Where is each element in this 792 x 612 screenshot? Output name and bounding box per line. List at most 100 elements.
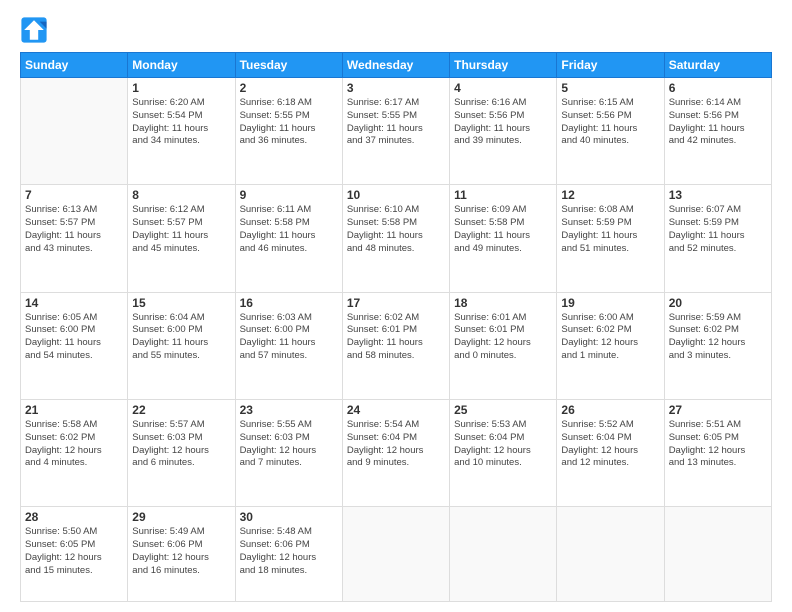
calendar-row-2: 7 Sunrise: 6:13 AM Sunset: 5:57 PM Daylig…	[21, 185, 772, 292]
calendar-cell	[450, 507, 557, 602]
day-number: 9	[240, 188, 338, 202]
day-info: Sunrise: 5:54 AM Sunset: 6:04 PM Dayligh…	[347, 419, 445, 470]
calendar-cell: 25 Sunrise: 5:53 AM Sunset: 6:04 PM Dayli…	[450, 399, 557, 506]
day-info: Sunrise: 5:58 AM Sunset: 6:02 PM Dayligh…	[25, 419, 123, 470]
day-info: Sunrise: 5:48 AM Sunset: 6:06 PM Dayligh…	[240, 526, 338, 577]
calendar-cell: 29 Sunrise: 5:49 AM Sunset: 6:06 PM Dayli…	[128, 507, 235, 602]
day-number: 7	[25, 188, 123, 202]
day-info: Sunrise: 5:51 AM Sunset: 6:05 PM Dayligh…	[669, 419, 767, 470]
day-number: 30	[240, 510, 338, 524]
day-number: 10	[347, 188, 445, 202]
calendar-cell	[21, 78, 128, 185]
day-info: Sunrise: 6:11 AM Sunset: 5:58 PM Dayligh…	[240, 204, 338, 255]
calendar-cell	[342, 507, 449, 602]
calendar-cell: 19 Sunrise: 6:00 AM Sunset: 6:02 PM Dayli…	[557, 292, 664, 399]
day-info: Sunrise: 6:13 AM Sunset: 5:57 PM Dayligh…	[25, 204, 123, 255]
weekday-header-monday: Monday	[128, 53, 235, 78]
day-info: Sunrise: 5:53 AM Sunset: 6:04 PM Dayligh…	[454, 419, 552, 470]
day-number: 29	[132, 510, 230, 524]
day-info: Sunrise: 5:57 AM Sunset: 6:03 PM Dayligh…	[132, 419, 230, 470]
day-info: Sunrise: 6:10 AM Sunset: 5:58 PM Dayligh…	[347, 204, 445, 255]
day-info: Sunrise: 5:50 AM Sunset: 6:05 PM Dayligh…	[25, 526, 123, 577]
calendar-row-5: 28 Sunrise: 5:50 AM Sunset: 6:05 PM Dayli…	[21, 507, 772, 602]
weekday-header-thursday: Thursday	[450, 53, 557, 78]
calendar-cell: 27Sunrise: 5:51 AM Sunset: 6:05 PM Dayli…	[664, 399, 771, 506]
calendar-cell: 5 Sunrise: 6:15 AM Sunset: 5:56 PM Daylig…	[557, 78, 664, 185]
calendar-cell: 2 Sunrise: 6:18 AM Sunset: 5:55 PM Daylig…	[235, 78, 342, 185]
day-info: Sunrise: 6:05 AM Sunset: 6:00 PM Dayligh…	[25, 312, 123, 363]
calendar-cell: 13 Sunrise: 6:07 AM Sunset: 5:59 PM Dayli…	[664, 185, 771, 292]
calendar-cell: 3 Sunrise: 6:17 AM Sunset: 5:55 PM Daylig…	[342, 78, 449, 185]
calendar-cell	[557, 507, 664, 602]
day-info: Sunrise: 5:59 AM Sunset: 6:02 PM Dayligh…	[669, 312, 767, 363]
calendar-cell: 12 Sunrise: 6:08 AM Sunset: 5:59 PM Dayli…	[557, 185, 664, 292]
day-info: Sunrise: 5:52 AM Sunset: 6:04 PM Dayligh…	[561, 419, 659, 470]
day-info: Sunrise: 6:20 AM Sunset: 5:54 PM Dayligh…	[132, 97, 230, 148]
calendar-cell: 1Sunrise: 6:20 AM Sunset: 5:54 PM Daylig…	[128, 78, 235, 185]
day-info: Sunrise: 6:09 AM Sunset: 5:58 PM Dayligh…	[454, 204, 552, 255]
calendar-row-3: 14Sunrise: 6:05 AM Sunset: 6:00 PM Dayli…	[21, 292, 772, 399]
calendar-cell: 16 Sunrise: 6:03 AM Sunset: 6:00 PM Dayli…	[235, 292, 342, 399]
calendar-table: SundayMondayTuesdayWednesdayThursdayFrid…	[20, 52, 772, 602]
calendar-cell: 14Sunrise: 6:05 AM Sunset: 6:00 PM Dayli…	[21, 292, 128, 399]
calendar-cell: 10 Sunrise: 6:10 AM Sunset: 5:58 PM Dayli…	[342, 185, 449, 292]
day-number: 12	[561, 188, 659, 202]
weekday-header-row: SundayMondayTuesdayWednesdayThursdayFrid…	[21, 53, 772, 78]
calendar-cell: 11 Sunrise: 6:09 AM Sunset: 5:58 PM Dayli…	[450, 185, 557, 292]
day-number: 15	[132, 296, 230, 310]
calendar-cell	[664, 507, 771, 602]
day-info: Sunrise: 6:02 AM Sunset: 6:01 PM Dayligh…	[347, 312, 445, 363]
weekday-header-sunday: Sunday	[21, 53, 128, 78]
calendar-cell: 7 Sunrise: 6:13 AM Sunset: 5:57 PM Daylig…	[21, 185, 128, 292]
weekday-header-wednesday: Wednesday	[342, 53, 449, 78]
day-info: Sunrise: 6:15 AM Sunset: 5:56 PM Dayligh…	[561, 97, 659, 148]
day-number: 18	[454, 296, 552, 310]
calendar-cell: 9 Sunrise: 6:11 AM Sunset: 5:58 PM Daylig…	[235, 185, 342, 292]
day-info: Sunrise: 6:01 AM Sunset: 6:01 PM Dayligh…	[454, 312, 552, 363]
calendar-cell: 17Sunrise: 6:02 AM Sunset: 6:01 PM Dayli…	[342, 292, 449, 399]
day-info: Sunrise: 6:08 AM Sunset: 5:59 PM Dayligh…	[561, 204, 659, 255]
day-info: Sunrise: 6:14 AM Sunset: 5:56 PM Dayligh…	[669, 97, 767, 148]
calendar-cell: 23 Sunrise: 5:55 AM Sunset: 6:03 PM Dayli…	[235, 399, 342, 506]
calendar-cell: 6 Sunrise: 6:14 AM Sunset: 5:56 PM Daylig…	[664, 78, 771, 185]
day-number: 23	[240, 403, 338, 417]
day-number: 28	[25, 510, 123, 524]
day-number: 11	[454, 188, 552, 202]
calendar-row-1: 1Sunrise: 6:20 AM Sunset: 5:54 PM Daylig…	[21, 78, 772, 185]
day-number: 5	[561, 81, 659, 95]
day-info: Sunrise: 5:49 AM Sunset: 6:06 PM Dayligh…	[132, 526, 230, 577]
day-number: 16	[240, 296, 338, 310]
calendar-cell: 15Sunrise: 6:04 AM Sunset: 6:00 PM Dayli…	[128, 292, 235, 399]
calendar-cell: 4Sunrise: 6:16 AM Sunset: 5:56 PM Daylig…	[450, 78, 557, 185]
day-number: 13	[669, 188, 767, 202]
weekday-header-tuesday: Tuesday	[235, 53, 342, 78]
day-info: Sunrise: 6:00 AM Sunset: 6:02 PM Dayligh…	[561, 312, 659, 363]
day-info: Sunrise: 6:16 AM Sunset: 5:56 PM Dayligh…	[454, 97, 552, 148]
day-info: Sunrise: 6:18 AM Sunset: 5:55 PM Dayligh…	[240, 97, 338, 148]
calendar-cell: 21Sunrise: 5:58 AM Sunset: 6:02 PM Dayli…	[21, 399, 128, 506]
calendar-cell: 30 Sunrise: 5:48 AM Sunset: 6:06 PM Dayli…	[235, 507, 342, 602]
day-info: Sunrise: 6:12 AM Sunset: 5:57 PM Dayligh…	[132, 204, 230, 255]
day-number: 8	[132, 188, 230, 202]
weekday-header-saturday: Saturday	[664, 53, 771, 78]
day-info: Sunrise: 5:55 AM Sunset: 6:03 PM Dayligh…	[240, 419, 338, 470]
day-number: 3	[347, 81, 445, 95]
day-number: 25	[454, 403, 552, 417]
logo	[20, 16, 52, 44]
day-number: 2	[240, 81, 338, 95]
header	[20, 16, 772, 44]
day-number: 22	[132, 403, 230, 417]
day-info: Sunrise: 6:07 AM Sunset: 5:59 PM Dayligh…	[669, 204, 767, 255]
calendar-cell: 18 Sunrise: 6:01 AM Sunset: 6:01 PM Dayli…	[450, 292, 557, 399]
weekday-header-friday: Friday	[557, 53, 664, 78]
day-number: 19	[561, 296, 659, 310]
day-info: Sunrise: 6:17 AM Sunset: 5:55 PM Dayligh…	[347, 97, 445, 148]
day-info: Sunrise: 6:03 AM Sunset: 6:00 PM Dayligh…	[240, 312, 338, 363]
day-number: 6	[669, 81, 767, 95]
calendar-cell: 24 Sunrise: 5:54 AM Sunset: 6:04 PM Dayli…	[342, 399, 449, 506]
calendar-cell: 8 Sunrise: 6:12 AM Sunset: 5:57 PM Daylig…	[128, 185, 235, 292]
calendar-cell: 26Sunrise: 5:52 AM Sunset: 6:04 PM Dayli…	[557, 399, 664, 506]
calendar-cell: 28 Sunrise: 5:50 AM Sunset: 6:05 PM Dayli…	[21, 507, 128, 602]
day-number: 24	[347, 403, 445, 417]
page: SundayMondayTuesdayWednesdayThursdayFrid…	[0, 0, 792, 612]
